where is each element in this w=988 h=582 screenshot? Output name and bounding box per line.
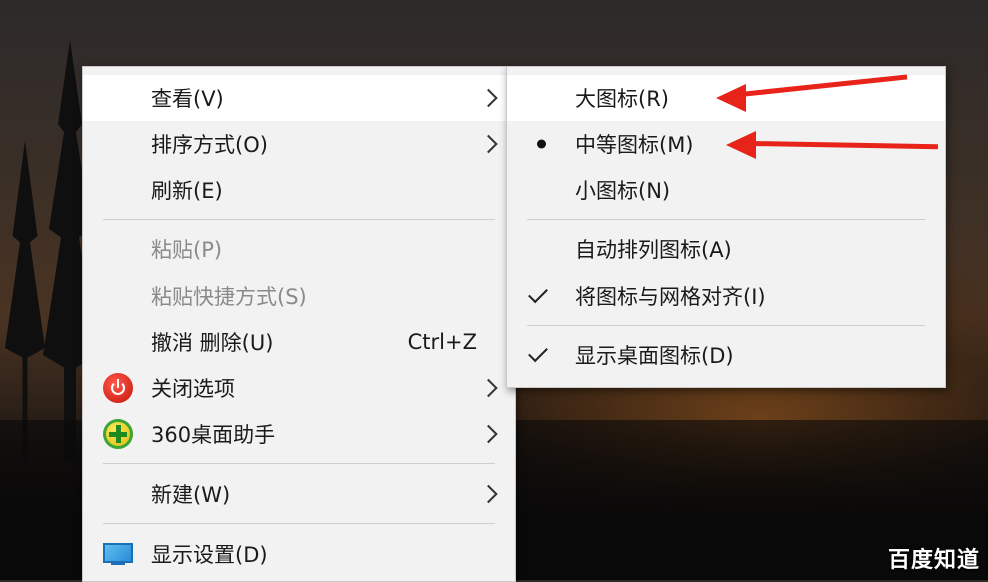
radio-bullet-icon xyxy=(537,139,546,149)
menu-item-undo-delete[interactable]: 撤消 删除(U) Ctrl+Z xyxy=(83,319,515,365)
submenu-item-label: 自动排列图标(A) xyxy=(575,238,732,262)
watermark: 百度知道 xyxy=(887,548,980,573)
menu-item-paste-shortcut[interactable]: 粘贴快捷方式(S) xyxy=(83,273,515,319)
menu-separator xyxy=(103,219,495,220)
desktop-context-menu: 查看(V) 排序方式(O) 刷新(E) 粘贴(P) 粘贴快捷方式(S) 撤消 删… xyxy=(82,66,516,582)
menu-item-label: 360桌面助手 xyxy=(151,423,276,447)
checkmark-icon xyxy=(528,283,548,304)
menu-separator xyxy=(527,325,925,326)
chevron-right-icon xyxy=(479,484,498,504)
submenu-item-label: 中等图标(M) xyxy=(575,133,694,157)
plus-icon xyxy=(103,419,133,449)
menu-item-label: 刷新(E) xyxy=(151,179,223,203)
menu-item-label: 新建(W) xyxy=(151,483,231,507)
menu-item-view[interactable]: 查看(V) xyxy=(83,75,515,121)
menu-item-display-settings[interactable]: 显示设置(D) xyxy=(83,531,515,577)
submenu-item-label: 显示桌面图标(D) xyxy=(575,344,734,368)
menu-item-sort-by[interactable]: 排序方式(O) xyxy=(83,121,515,167)
menu-item-label: 粘贴快捷方式(S) xyxy=(151,285,307,309)
menu-item-label: 排序方式(O) xyxy=(151,133,268,157)
submenu-item-align-to-grid[interactable]: 将图标与网格对齐(I) xyxy=(507,273,945,319)
menu-item-label: 关闭选项 xyxy=(151,377,235,401)
submenu-item-show-desktop-icons[interactable]: 显示桌面图标(D) xyxy=(507,332,945,378)
monitor-icon xyxy=(103,543,133,565)
view-submenu: 大图标(R) 中等图标(M) 小图标(N) 自动排列图标(A) 将图标与网格对齐… xyxy=(506,66,946,388)
power-icon xyxy=(103,373,133,403)
menu-item-close-options[interactable]: 关闭选项 xyxy=(83,365,515,411)
chevron-right-icon xyxy=(479,378,498,398)
menu-separator xyxy=(103,463,495,464)
menu-item-label: 查看(V) xyxy=(151,87,224,111)
menu-item-paste[interactable]: 粘贴(P) xyxy=(83,226,515,272)
submenu-item-auto-arrange[interactable]: 自动排列图标(A) xyxy=(507,226,945,272)
submenu-item-label: 小图标(N) xyxy=(575,179,671,203)
menu-item-label: 撤消 删除(U) xyxy=(151,331,274,355)
chevron-right-icon xyxy=(479,424,498,444)
menu-item-360-desktop-assistant[interactable]: 360桌面助手 xyxy=(83,411,515,457)
chevron-right-icon xyxy=(479,134,498,154)
checkmark-icon xyxy=(528,342,548,363)
background-tree xyxy=(5,140,45,460)
submenu-item-label: 将图标与网格对齐(I) xyxy=(575,285,766,309)
submenu-item-small-icons[interactable]: 小图标(N) xyxy=(507,167,945,213)
menu-item-new[interactable]: 新建(W) xyxy=(83,471,515,517)
menu-item-label: 显示设置(D) xyxy=(151,543,268,567)
menu-separator xyxy=(527,219,925,220)
shortcut-label: Ctrl+Z xyxy=(407,330,477,354)
submenu-item-label: 大图标(R) xyxy=(575,87,669,111)
chevron-right-icon xyxy=(479,88,498,108)
menu-separator xyxy=(103,523,495,524)
menu-item-refresh[interactable]: 刷新(E) xyxy=(83,167,515,213)
menu-item-label: 粘贴(P) xyxy=(151,238,223,262)
